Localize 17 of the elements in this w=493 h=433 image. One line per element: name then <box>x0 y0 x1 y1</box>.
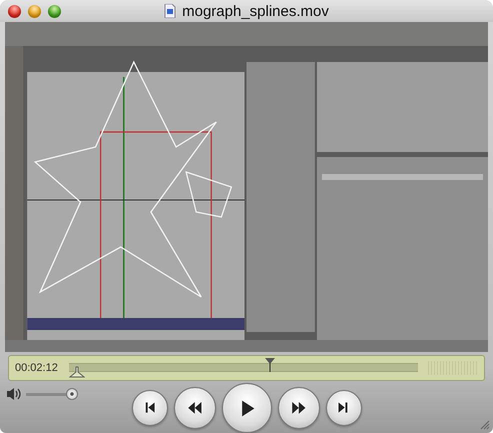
volume-knob[interactable] <box>66 388 78 400</box>
close-button[interactable] <box>8 4 21 18</box>
rewind-button[interactable] <box>174 387 216 429</box>
start-button[interactable] <box>132 390 168 426</box>
window-title: mograph_splines.mov <box>182 2 329 20</box>
end-button[interactable] <box>326 390 362 426</box>
speaker-icon[interactable] <box>6 387 22 401</box>
zoom-button[interactable] <box>48 4 61 18</box>
resize-grip-icon[interactable] <box>478 418 490 430</box>
playhead[interactable] <box>264 358 275 372</box>
time-readout: 00:02:12 <box>15 362 59 374</box>
forward-button[interactable] <box>278 387 320 429</box>
minimize-button[interactable] <box>28 4 41 18</box>
in-marker-icon[interactable] <box>69 366 85 378</box>
play-button[interactable] <box>222 383 272 433</box>
movie-file-icon <box>164 4 176 18</box>
timeline-track[interactable] <box>69 358 418 378</box>
